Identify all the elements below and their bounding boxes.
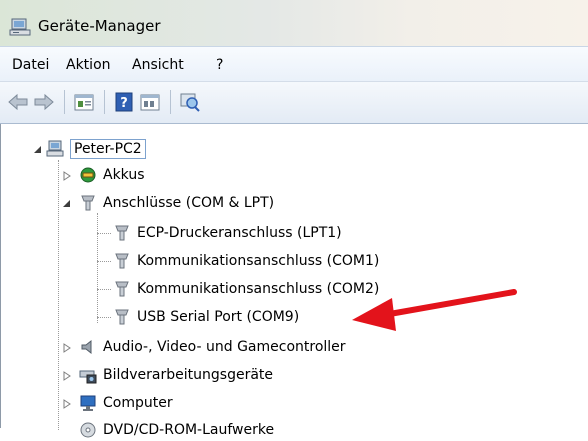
annotation-arrow — [352, 289, 517, 331]
